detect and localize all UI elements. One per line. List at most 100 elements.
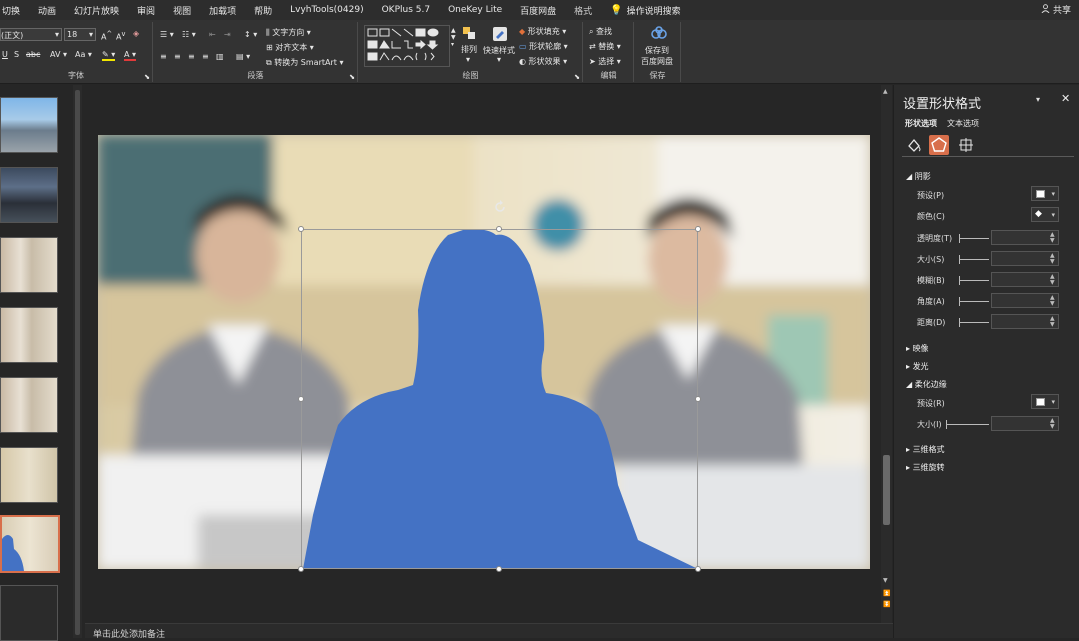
resize-handle[interactable] <box>298 226 304 232</box>
slide-thumbnail[interactable] <box>0 167 58 223</box>
pane-options-dropdown-icon[interactable]: ▾ <box>1036 95 1040 104</box>
shadow-section-header[interactable]: ◢ 阴影 <box>906 171 931 182</box>
angle-spinner[interactable]: ▲ ▼ <box>991 293 1059 308</box>
thumbnails-scrollbar[interactable] <box>73 85 82 638</box>
char-spacing-button[interactable]: AV ▾ <box>50 50 67 59</box>
convert-smartart-button[interactable]: ⧉ 转换为 SmartArt ▾ <box>266 57 343 68</box>
resize-handle[interactable] <box>298 566 304 572</box>
line-spacing-icon[interactable]: ↕ ▾ <box>244 30 257 39</box>
select-button[interactable]: ➤ 选择 ▾ <box>589 56 621 67</box>
shadow-text-button[interactable]: abc <box>26 50 40 59</box>
size-properties-icon[interactable] <box>958 137 974 156</box>
strikethrough-button[interactable]: S <box>14 50 19 59</box>
slide-thumbnail[interactable] <box>0 97 58 153</box>
resize-handle[interactable] <box>695 566 701 572</box>
slide-thumbnail[interactable] <box>0 377 58 433</box>
effects-pentagon-icon[interactable] <box>929 135 949 155</box>
arrange-button[interactable]: 排列 ▾ <box>461 26 479 70</box>
menu-okplus[interactable]: OKPlus 5.7 <box>373 5 439 15</box>
resize-handle[interactable] <box>298 396 304 402</box>
resize-handle[interactable] <box>496 566 502 572</box>
highlight-icon[interactable]: ✎ ▾ <box>102 50 116 61</box>
increase-indent-icon[interactable]: ⇥ <box>224 30 231 39</box>
glow-section-header[interactable]: ▸ 发光 <box>906 361 929 372</box>
slide-thumbnail[interactable] <box>0 237 58 293</box>
shadow-preset-button[interactable]: ▾ <box>1031 186 1059 201</box>
fill-line-icon[interactable] <box>906 137 922 156</box>
slide-thumbnail-selected[interactable] <box>0 515 60 573</box>
distribute-icon[interactable]: ▥ <box>216 52 224 61</box>
angle-slider[interactable] <box>959 297 989 306</box>
underline-button[interactable]: U <box>2 50 8 59</box>
menu-format[interactable]: 格式 <box>565 4 601 17</box>
blur-spinner[interactable]: ▲ ▼ <box>991 272 1059 287</box>
slide-thumbnail[interactable] <box>0 447 58 503</box>
replace-button[interactable]: ⇄ 替换 ▾ <box>589 41 621 52</box>
decrease-indent-icon[interactable]: ⇤ <box>209 30 216 39</box>
shadow-color-button[interactable]: ◆ ▾ <box>1031 207 1059 222</box>
menu-addins[interactable]: 加载项 <box>200 4 245 17</box>
shape-effects-button[interactable]: ◐ 形状效果 ▾ <box>519 56 567 67</box>
resize-handle[interactable] <box>496 226 502 232</box>
save-to-baidu-button[interactable]: 保存到 百度网盘 <box>639 26 677 68</box>
menu-review[interactable]: 审阅 <box>128 4 164 17</box>
distance-slider[interactable] <box>959 318 989 327</box>
font-color-icon[interactable]: A ▾ <box>124 50 137 61</box>
menu-transitions[interactable]: 切换 <box>0 4 29 17</box>
soft-edges-preset-button[interactable]: ▾ <box>1031 394 1059 409</box>
close-icon[interactable]: ✕ <box>1061 92 1070 105</box>
change-case-button[interactable]: Aa ▾ <box>75 50 92 59</box>
clear-format-icon[interactable]: ◈ <box>133 29 139 38</box>
shapes-gallery[interactable] <box>364 25 450 67</box>
dialog-launcher-icon[interactable]: ⬊ <box>574 73 580 81</box>
blur-slider[interactable] <box>959 276 989 285</box>
tab-text-options[interactable]: 文本选项 <box>947 118 979 129</box>
gallery-scroll-icon[interactable]: ▲ ▼ ▾ <box>451 27 456 48</box>
shrink-font-button[interactable]: Av <box>116 30 125 42</box>
resize-handle[interactable] <box>695 226 701 232</box>
menu-baidu[interactable]: 百度网盘 <box>511 4 565 17</box>
scroll-down-icon[interactable]: ▼ <box>883 577 888 584</box>
transparency-slider[interactable] <box>959 234 989 243</box>
columns-icon[interactable]: ▤ ▾ <box>236 52 250 61</box>
numbering-icon[interactable]: ☷ ▾ <box>182 30 196 39</box>
bullets-icon[interactable]: ☰ ▾ <box>160 30 174 39</box>
align-center-icon[interactable]: ≡ <box>174 52 181 61</box>
soft-edges-size-slider[interactable] <box>946 420 989 429</box>
menu-view[interactable]: 视图 <box>164 4 200 17</box>
share-button[interactable]: 共享 <box>1041 3 1071 16</box>
align-text-button[interactable]: ⊞ 对齐文本 ▾ <box>266 42 314 53</box>
soft-edges-size-spinner[interactable]: ▲ ▼ <box>991 416 1059 431</box>
menu-help[interactable]: 帮助 <box>245 4 281 17</box>
justify-icon[interactable]: ≡ <box>202 52 209 61</box>
dialog-launcher-icon[interactable]: ⬊ <box>144 73 150 81</box>
distance-spinner[interactable]: ▲ ▼ <box>991 314 1059 329</box>
menu-onekey[interactable]: OneKey Lite <box>439 5 511 15</box>
align-left-icon[interactable]: ≡ <box>160 52 167 61</box>
scroll-thumb[interactable] <box>75 90 80 635</box>
shape-outline-button[interactable]: ▭ 形状轮廓 ▾ <box>519 41 568 52</box>
prev-slide-icon[interactable]: ⏫ <box>883 590 890 597</box>
align-right-icon[interactable]: ≡ <box>188 52 195 61</box>
menu-slideshow[interactable]: 幻灯片放映 <box>65 4 128 17</box>
shape-fill-button[interactable]: ◆ 形状填充 ▾ <box>519 26 566 37</box>
resize-handle[interactable] <box>695 396 701 402</box>
transparency-spinner[interactable]: ▲ ▼ <box>991 230 1059 245</box>
menu-lvyhtools[interactable]: LvyhTools(0429) <box>281 5 372 15</box>
menu-animations[interactable]: 动画 <box>29 4 65 17</box>
rotate-handle-icon[interactable] <box>493 200 507 214</box>
notes-pane[interactable]: 单击此处添加备注 <box>85 623 893 640</box>
3d-format-section-header[interactable]: ▸ 三维格式 <box>906 444 945 455</box>
text-direction-button[interactable]: ⫼ 文字方向 ▾ <box>266 27 311 38</box>
quick-styles-button[interactable]: 快速样式 ▾ <box>483 26 517 70</box>
slide-thumbnail[interactable] <box>0 307 58 363</box>
reflection-section-header[interactable]: ▸ 映像 <box>906 343 929 354</box>
size-slider[interactable] <box>959 255 989 264</box>
slide-thumbnail[interactable] <box>0 585 58 641</box>
tell-me-search[interactable]: 💡 操作说明搜索 <box>601 4 689 17</box>
scroll-thumb[interactable] <box>883 455 890 525</box>
font-name-select[interactable]: (正文) ▾ <box>0 28 62 41</box>
font-size-select[interactable]: 18 ▾ <box>64 28 96 41</box>
size-spinner[interactable]: ▲ ▼ <box>991 251 1059 266</box>
3d-rotation-section-header[interactable]: ▸ 三维旋转 <box>906 462 945 473</box>
